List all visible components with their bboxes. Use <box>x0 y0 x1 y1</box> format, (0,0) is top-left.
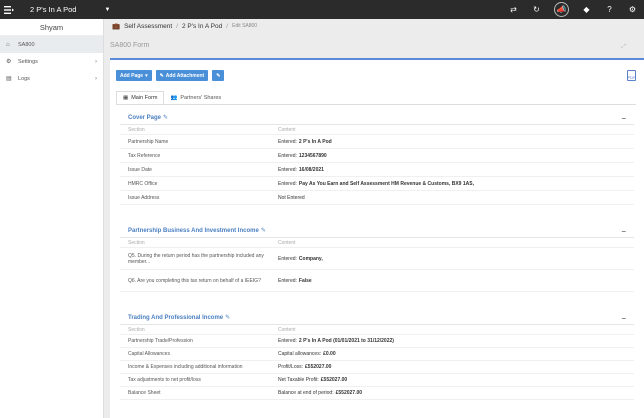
sidebar: Shyam ⌂ SA800 ⚙ Settings › ▤ Logs › <box>0 19 104 418</box>
top-bar: 2 P's In A Pod ▼ ⇄ ↻ 📣 ◆ ? ⚙ <box>0 0 644 19</box>
table-row[interactable]: Income & Expenses including additional i… <box>120 361 634 374</box>
section-cover-page: Cover Page ✎ − Section Content Partnershi… <box>120 111 634 205</box>
breadcrumb-self-assessment[interactable]: Self Assessment <box>124 23 172 30</box>
table-row[interactable]: Issue Address Not Entered <box>120 191 634 205</box>
section-title[interactable]: Partnership Business And Investment Inco… <box>120 227 266 234</box>
sidebar-item-settings[interactable]: ⚙ Settings › <box>0 53 103 70</box>
tag-icon[interactable]: ◆ <box>581 4 592 15</box>
tab-bar: ▦ Main Form 👥 Partners' Shares <box>116 91 227 104</box>
breadcrumb: 💼 Self Assessment / 2 P's In A Pod / Edi… <box>112 22 258 31</box>
toolbar: Add Page ▾ ✎ Add Attachment ✎ <box>116 70 225 81</box>
client-selector[interactable]: 2 P's In A Pod ▼ <box>30 5 110 14</box>
briefcase-icon: 💼 <box>112 23 121 30</box>
page-title: SA800 Form <box>110 42 150 49</box>
users-icon: 👥 <box>170 94 178 101</box>
chevron-down-icon: ▼ <box>104 6 111 13</box>
table-header: Section Content <box>120 325 634 335</box>
table-header: Section Content <box>120 238 634 248</box>
collapse-icon[interactable]: − <box>621 114 626 123</box>
chevron-down-icon: ▾ <box>145 72 148 79</box>
pdf-icon[interactable]: PDF <box>627 70 636 81</box>
sidebar-item-label: Settings <box>18 58 38 65</box>
chevron-right-icon: › <box>95 58 97 65</box>
table-row[interactable]: Capital Allowances Capital allowances: £0… <box>120 348 634 361</box>
form-content: Cover Page ✎ − Section Content Partnershi… <box>116 104 636 414</box>
table-row[interactable]: HMRC Office Entered: Pay As You Earn and … <box>120 177 634 191</box>
section-trading-professional: Trading And Professional Income ✎ − Secti… <box>120 311 634 400</box>
transfer-icon[interactable]: ⇄ <box>508 4 519 15</box>
table-row[interactable]: Tax adjustments to net profit/loss Net T… <box>120 374 634 387</box>
table-header: Section Content <box>120 125 634 135</box>
table-row[interactable]: Q6. Are you completing this tax return o… <box>120 270 634 292</box>
sidebar-user-name: Shyam <box>0 19 103 36</box>
table-row[interactable]: Balance Sheet Balance at end of period: £… <box>120 387 634 400</box>
edit-icon: ✎ <box>260 228 266 234</box>
tab-partners-shares[interactable]: 👥 Partners' Shares <box>164 91 227 104</box>
main-panel: Add Page ▾ ✎ Add Attachment ✎ PDF ▦ Main… <box>110 58 644 418</box>
collapse-icon[interactable]: − <box>621 314 626 323</box>
sidebar-item-label: SA800 <box>18 41 35 48</box>
add-page-button[interactable]: Add Page ▾ <box>116 70 152 81</box>
edit-icon: ✎ <box>216 72 221 79</box>
table-row[interactable]: Partnership Trade/Profession Entered: 2 P… <box>120 335 634 348</box>
tab-main-form[interactable]: ▦ Main Form <box>116 91 165 104</box>
document-icon: ▤ <box>6 76 12 82</box>
chart-icon: ▦ <box>123 95 129 101</box>
sidebar-item-sa800[interactable]: ⌂ SA800 <box>0 36 103 53</box>
section-title[interactable]: Trading And Professional Income ✎ <box>120 314 230 321</box>
edit-button[interactable]: ✎ <box>212 70 225 81</box>
gear-icon: ⚙ <box>6 59 12 65</box>
home-icon: ⌂ <box>6 41 10 48</box>
section-partnership-business: Partnership Business And Investment Inco… <box>120 224 634 292</box>
table-row[interactable]: Tax Reference Entered: 1234567890 <box>120 149 634 163</box>
paperclip-icon: ✎ <box>159 72 164 79</box>
breadcrumb-client[interactable]: 2 P's In A Pod <box>182 23 222 30</box>
breadcrumb-current-page: Edit SA800 <box>232 23 258 29</box>
client-name: 2 P's In A Pod <box>30 5 77 14</box>
edit-icon: ✎ <box>225 315 231 321</box>
add-attachment-button[interactable]: ✎ Add Attachment <box>155 70 209 81</box>
expand-icon[interactable]: ⤢ <box>621 44 626 51</box>
sidebar-item-logs[interactable]: ▤ Logs › <box>0 70 103 87</box>
menu-toggle-icon[interactable] <box>2 0 16 19</box>
table-row[interactable]: Partnership Name Entered: 2 P's In A Pod <box>120 135 634 149</box>
table-row[interactable]: Q5. During the return period has the par… <box>120 248 634 270</box>
chevron-right-icon: › <box>95 75 97 82</box>
edit-icon: ✎ <box>163 115 169 121</box>
help-icon[interactable]: ? <box>604 4 615 15</box>
sidebar-item-label: Logs <box>18 75 30 82</box>
collapse-icon[interactable]: − <box>621 227 626 236</box>
section-title[interactable]: Cover Page ✎ <box>120 114 168 121</box>
settings-icon[interactable]: ⚙ <box>627 4 638 15</box>
megaphone-icon[interactable]: 📣 <box>554 2 569 17</box>
table-row[interactable]: Issue Date Entered: 16/08/2021 <box>120 163 634 177</box>
refresh-icon[interactable]: ↻ <box>531 4 542 15</box>
